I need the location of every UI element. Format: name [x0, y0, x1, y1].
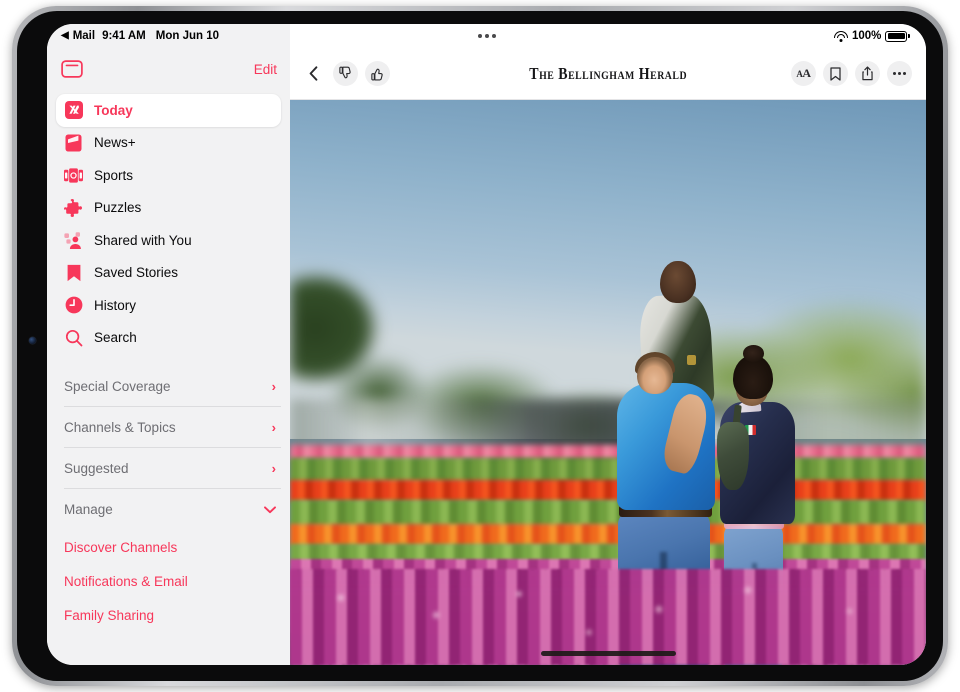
tulip-band-green-2: [290, 500, 926, 526]
front-camera-icon: [29, 337, 36, 344]
sidebar-link-discover-channels[interactable]: Discover Channels: [47, 530, 290, 564]
sidebar-group-label: Manage: [64, 502, 113, 517]
search-icon: [64, 328, 83, 347]
sidebar-item-label: History: [94, 298, 136, 313]
sidebar-link-label: Discover Channels: [64, 540, 177, 555]
photo-woman-bag: [717, 422, 749, 490]
sidebar: Edit Today: [47, 24, 290, 665]
sidebar-item-label: Shared with You: [94, 233, 192, 248]
article-toolbar-right: AA: [784, 61, 912, 86]
photo-child-jacket-patch: [687, 355, 697, 365]
sidebar-nav-list: Today News+: [47, 90, 290, 354]
sidebar-item-label: Puzzles: [94, 200, 141, 215]
puzzles-icon: [64, 198, 83, 217]
thumbs-down-icon[interactable]: [333, 61, 358, 86]
chevron-down-icon[interactable]: [264, 503, 276, 516]
sidebar-group-suggested[interactable]: Suggested ›: [47, 448, 290, 489]
share-icon[interactable]: [855, 61, 880, 86]
chevron-right-icon[interactable]: ›: [272, 462, 276, 475]
device-bezel: ◀ Mail 9:41 AM Mon Jun 10 100%: [17, 11, 943, 681]
sidebar-item-search[interactable]: Search: [56, 322, 281, 355]
ipad-screen: ◀ Mail 9:41 AM Mon Jun 10 100%: [47, 24, 926, 665]
device-frame: ◀ Mail 9:41 AM Mon Jun 10 100%: [12, 6, 948, 686]
article-toolbar: AA: [290, 48, 926, 100]
sidebar-item-label: Search: [94, 330, 137, 345]
sidebar-link-label: Notifications & Email: [64, 574, 188, 589]
sidebar-link-label: Family Sharing: [64, 608, 154, 623]
article-pane: AA: [290, 24, 926, 665]
news-plus-icon: [64, 133, 83, 152]
sidebar-group-channels-topics[interactable]: Channels & Topics ›: [47, 407, 290, 448]
sidebar-item-news-plus[interactable]: News+: [56, 127, 281, 160]
sidebar-group-list: Special Coverage › Channels & Topics › S…: [47, 366, 290, 632]
sidebar-item-sports[interactable]: Sports: [56, 159, 281, 192]
sidebar-group-label: Channels & Topics: [64, 420, 176, 435]
sidebar-group-special-coverage[interactable]: Special Coverage ›: [47, 366, 290, 407]
article-hero-photo[interactable]: [290, 100, 926, 665]
apple-news-icon: [64, 101, 83, 120]
chevron-right-icon[interactable]: ›: [272, 421, 276, 434]
sidebar-item-history[interactable]: History: [56, 289, 281, 322]
sidebar-group-label: Special Coverage: [64, 379, 171, 394]
home-indicator[interactable]: [290, 651, 926, 656]
bookmark-icon: [64, 263, 83, 282]
sidebar-item-label: Saved Stories: [94, 265, 178, 280]
sports-icon: [64, 166, 83, 185]
sidebar-item-shared-with-you[interactable]: Shared with You: [56, 224, 281, 257]
sidebar-item-puzzles[interactable]: Puzzles: [56, 192, 281, 225]
shared-with-you-icon: [64, 231, 83, 250]
sidebar-item-today[interactable]: Today: [56, 94, 281, 127]
sidebar-toggle-icon[interactable]: [61, 60, 83, 78]
thumbs-up-icon[interactable]: [365, 61, 390, 86]
sidebar-link-notifications-email[interactable]: Notifications & Email: [47, 564, 290, 598]
text-size-icon[interactable]: AA: [791, 61, 816, 86]
photo-man-head: [637, 357, 673, 394]
chevron-right-icon[interactable]: ›: [272, 380, 276, 393]
sidebar-group-manage[interactable]: Manage: [47, 489, 290, 530]
tulip-band-red: [290, 480, 926, 502]
bookmark-icon[interactable]: [823, 61, 848, 86]
sidebar-group-label: Suggested: [64, 461, 129, 476]
clock-icon: [64, 296, 83, 315]
photo-child-head: [660, 261, 696, 303]
tulip-band-orange: [290, 524, 926, 546]
sidebar-item-label: Today: [94, 103, 133, 118]
sidebar-link-family-sharing[interactable]: Family Sharing: [47, 598, 290, 632]
tulip-band-green-1: [290, 458, 926, 482]
sidebar-header: Edit: [47, 48, 290, 90]
sidebar-item-label: Sports: [94, 168, 133, 183]
sidebar-item-saved-stories[interactable]: Saved Stories: [56, 257, 281, 290]
more-options-icon[interactable]: [887, 61, 912, 86]
sidebar-item-label: News+: [94, 135, 136, 150]
edit-button[interactable]: Edit: [254, 62, 277, 77]
back-chevron-icon[interactable]: [301, 61, 326, 86]
